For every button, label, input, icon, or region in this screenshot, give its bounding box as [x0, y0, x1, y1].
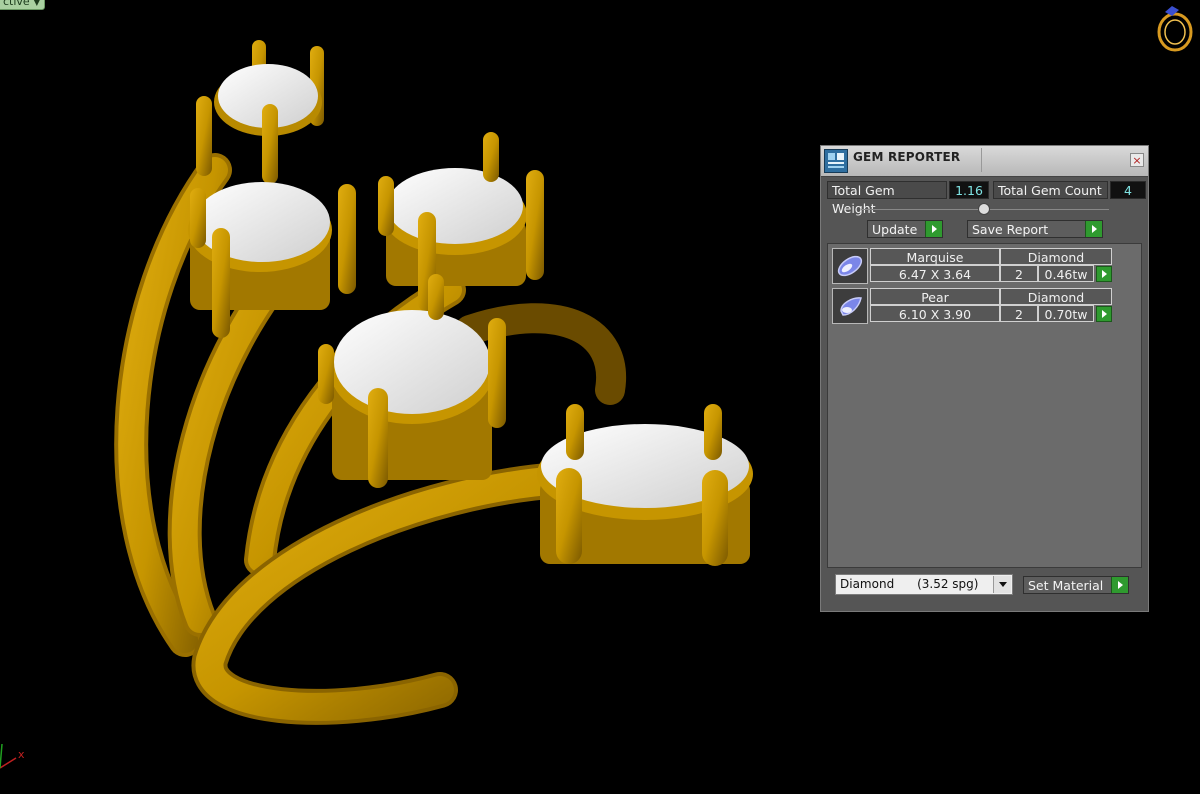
- gem-size: 6.47 X 3.64: [870, 265, 1000, 282]
- panel-title: GEM REPORTER: [853, 150, 961, 164]
- pear-gem-icon: [832, 288, 868, 324]
- chevron-down-icon[interactable]: [993, 576, 1011, 593]
- total-gem-count-value: 4: [1110, 181, 1146, 199]
- gem-reporter-panel[interactable]: GEM REPORTER × Total Gem Weight 1.16 Tot…: [820, 145, 1149, 612]
- save-report-button-label: Save Report: [972, 221, 1049, 237]
- update-button[interactable]: Update: [867, 220, 943, 238]
- gem-shape: Marquise: [870, 248, 1000, 265]
- gem-material: Diamond: [1000, 288, 1112, 305]
- gem-count: 2: [1000, 265, 1038, 282]
- total-gem-weight-value: 1.16: [949, 181, 989, 199]
- update-button-label: Update: [872, 221, 918, 237]
- set-material-button-label: Set Material: [1028, 577, 1104, 593]
- gem-setting: [188, 182, 356, 338]
- total-gem-weight-label: Total Gem Weight: [827, 181, 947, 216]
- gem-list[interactable]: Marquise Diamond 6.47 X 3.64 2 0.46tw Pe…: [827, 243, 1142, 568]
- gem-size: 6.10 X 3.90: [870, 305, 1000, 322]
- gem-select-button[interactable]: [1096, 266, 1112, 282]
- play-arrow-icon: [925, 221, 942, 237]
- panel-titlebar[interactable]: GEM REPORTER ×: [821, 146, 1148, 177]
- play-arrow-icon: [1111, 577, 1128, 593]
- close-icon[interactable]: ×: [1130, 153, 1144, 167]
- gem-shape: Pear: [870, 288, 1000, 305]
- save-report-button[interactable]: Save Report: [967, 220, 1103, 238]
- gem-weight: 0.46tw: [1038, 265, 1094, 282]
- material-select[interactable]: Diamond (3.52 spg): [835, 574, 1013, 595]
- axis-triad: [0, 743, 17, 769]
- total-gem-count-label: Total Gem Count: [993, 181, 1108, 199]
- marquise-gem-icon: [832, 248, 868, 284]
- gem-setting: [537, 404, 753, 566]
- titlebar-divider: [981, 148, 982, 172]
- gem-reporter-app-icon: [824, 149, 848, 173]
- material-select-value: Diamond (3.52 spg): [840, 577, 979, 591]
- gem-list-item[interactable]: Pear Diamond 6.10 X 3.90 2 0.70tw: [832, 288, 1114, 324]
- set-material-button[interactable]: Set Material: [1023, 576, 1129, 594]
- axis-x-label: x: [18, 748, 25, 761]
- ring-logo-icon[interactable]: [1157, 6, 1193, 52]
- gem-material: Diamond: [1000, 248, 1112, 265]
- gem-weight: 0.70tw: [1038, 305, 1094, 322]
- play-arrow-icon: [1085, 221, 1102, 237]
- slider-handle[interactable]: [978, 203, 990, 215]
- gem-count: 2: [1000, 305, 1038, 322]
- gem-select-button[interactable]: [1096, 306, 1112, 322]
- gem-setting: [378, 132, 544, 312]
- totals-row: Total Gem Weight 1.16 Total Gem Count 4: [827, 181, 1146, 216]
- gem-list-item[interactable]: Marquise Diamond 6.47 X 3.64 2 0.46tw: [832, 248, 1114, 284]
